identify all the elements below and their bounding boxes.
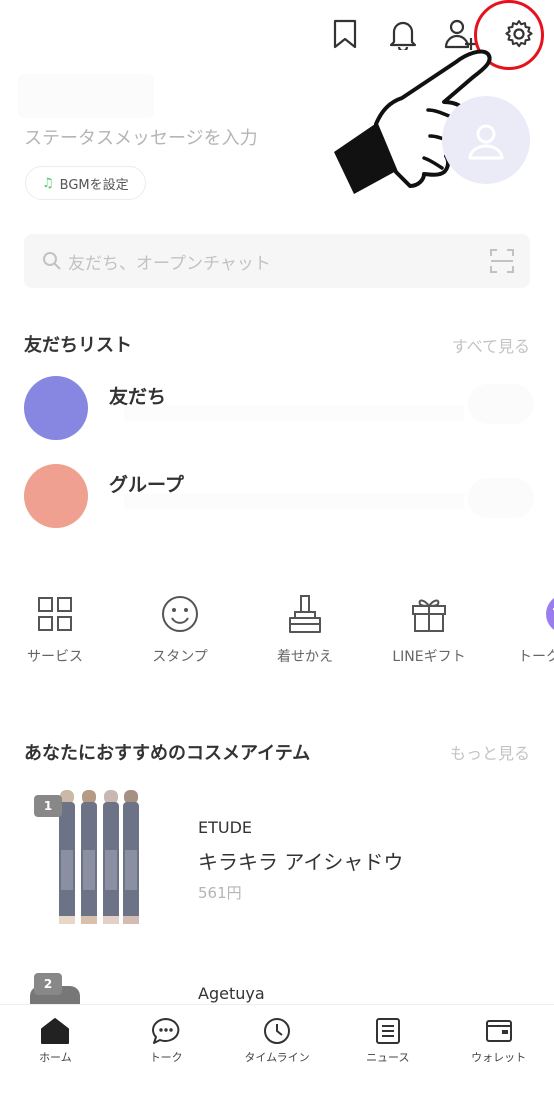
service-stamps[interactable]: スタンプ xyxy=(125,590,235,666)
nav-talk[interactable]: トーク xyxy=(111,1005,222,1100)
service-label: トーク xyxy=(518,649,554,665)
product-brand: ETUDE xyxy=(198,818,253,837)
search-icon xyxy=(43,252,61,270)
list-item-groups[interactable]: グループ xyxy=(24,464,534,528)
groups-avatar xyxy=(24,464,88,528)
eyeshadow-stick-image xyxy=(59,790,139,924)
see-all-link[interactable]: すべて見る xyxy=(452,333,530,357)
scan-icon[interactable] xyxy=(490,249,514,273)
more-link[interactable]: もっと見る xyxy=(450,740,530,764)
services-bar: サービス スタンプ 着せかえ LINEギフト T- トーク xyxy=(0,590,554,670)
service-label: LINEギフト xyxy=(392,649,466,665)
wallet-icon xyxy=(485,1020,512,1042)
friends-group-avatar xyxy=(24,376,88,440)
smile-icon xyxy=(125,590,235,638)
nav-timeline[interactable]: タイムライン xyxy=(222,1005,333,1100)
list-item-label: グループ xyxy=(109,474,184,496)
friends-list-title: 友だちリスト xyxy=(24,335,132,356)
nav-label: ホーム xyxy=(39,1051,72,1064)
recommend-title: あなたにおすすめのコスメアイテム xyxy=(24,743,311,764)
home-icon xyxy=(41,1018,70,1044)
nav-label: トーク xyxy=(149,1051,183,1064)
service-themes[interactable]: 着せかえ xyxy=(250,590,360,666)
rank-badge: 1 xyxy=(34,795,62,817)
blurred-badge xyxy=(468,384,534,424)
search-bar[interactable]: 友だち、オープンチャット xyxy=(24,234,530,288)
list-item-friends[interactable]: 友だち xyxy=(24,376,534,440)
nav-label: タイムライン xyxy=(244,1051,310,1064)
nav-label: ウォレット xyxy=(471,1051,527,1064)
product-brand: Agetuya xyxy=(198,984,265,1003)
clock-icon xyxy=(263,1018,290,1044)
service-label: サービス xyxy=(27,649,83,665)
service-services[interactable]: サービス xyxy=(0,590,110,666)
product-item-1[interactable]: 1 ETUDE キラキラ アイシャドウ 561円 xyxy=(0,790,554,940)
service-talk[interactable]: T- トーク xyxy=(492,590,554,666)
blurred-badge xyxy=(468,478,534,518)
blurred-text xyxy=(124,494,464,510)
status-message-input[interactable]: ステータスメッセージを入力 xyxy=(24,124,258,150)
product-price: 561円 xyxy=(198,884,242,902)
talk-icon: T- xyxy=(492,590,554,638)
music-note-icon: ♫ xyxy=(42,175,54,191)
bottom-nav: ホーム トーク タイムライン ニュース ウォレット xyxy=(0,1004,554,1100)
bgm-label: BGMを設定 xyxy=(59,177,129,193)
bgm-button[interactable]: ♫ BGMを設定 xyxy=(25,166,146,200)
nav-home[interactable]: ホーム xyxy=(0,1005,111,1100)
service-label: スタンプ xyxy=(152,649,208,665)
nav-label: ニュース xyxy=(366,1051,410,1064)
profile-name-blurred xyxy=(18,74,154,118)
chat-icon xyxy=(152,1018,180,1044)
brush-icon xyxy=(250,590,360,638)
product-name: キラキラ アイシャドウ xyxy=(198,850,404,874)
grid-icon xyxy=(0,590,110,638)
service-gift[interactable]: LINEギフト xyxy=(374,590,484,666)
news-icon xyxy=(375,1018,400,1044)
blurred-text xyxy=(124,406,464,422)
search-placeholder: 友だち、オープンチャット xyxy=(68,253,271,274)
rank-badge: 2 xyxy=(34,973,62,995)
service-label: 着せかえ xyxy=(277,649,333,665)
gift-icon xyxy=(374,590,484,638)
product-item-2[interactable]: 2 Agetuya xyxy=(0,970,554,1004)
avatar[interactable] xyxy=(442,96,530,184)
nav-news[interactable]: ニュース xyxy=(332,1005,443,1100)
list-item-label: 友だち xyxy=(109,386,167,408)
nav-wallet[interactable]: ウォレット xyxy=(443,1005,554,1100)
